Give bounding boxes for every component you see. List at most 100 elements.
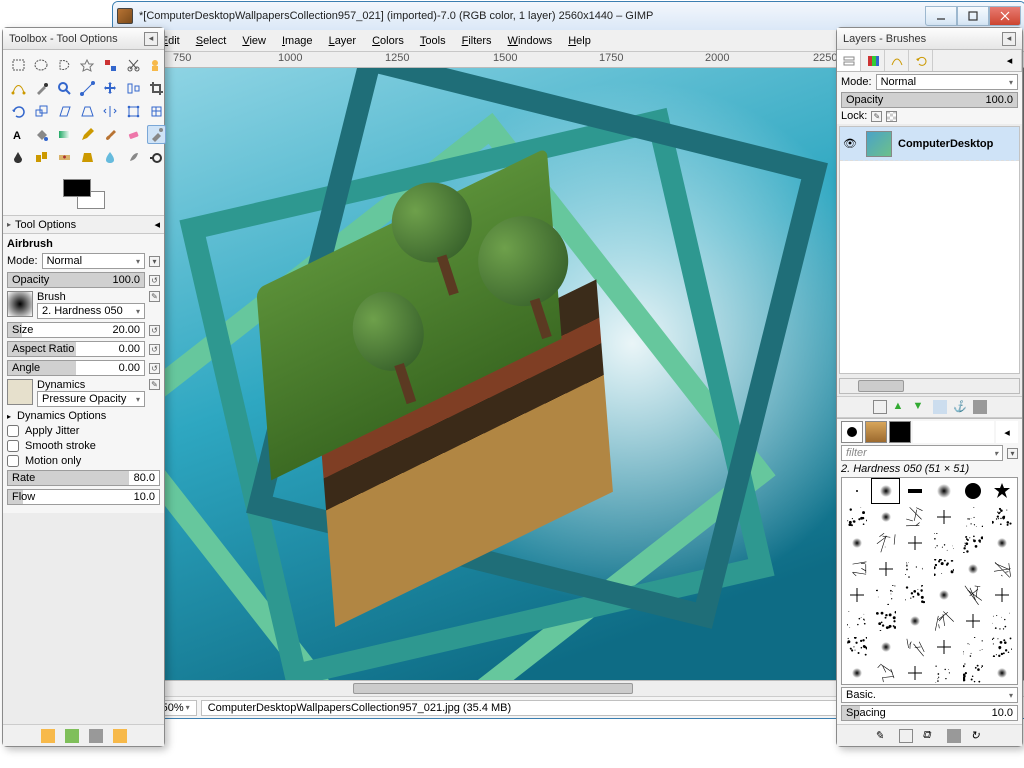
brush-item[interactable] xyxy=(929,556,958,582)
dynamics-dropdown[interactable]: Pressure Opacity xyxy=(37,391,145,407)
mode-menu-icon[interactable]: ▾ xyxy=(149,256,160,267)
brush-item[interactable] xyxy=(959,556,988,582)
maximize-button[interactable] xyxy=(957,6,989,26)
menu-image[interactable]: Image xyxy=(276,33,319,49)
layer-opacity-slider[interactable]: Opacity100.0 xyxy=(841,92,1018,108)
size-slider[interactable]: Size20.00 xyxy=(7,322,145,338)
tool-ellipse-select[interactable] xyxy=(32,56,51,75)
brush-tab-brush[interactable] xyxy=(841,421,863,443)
brush-item[interactable] xyxy=(929,608,958,634)
brush-item[interactable] xyxy=(959,504,988,530)
smooth-stroke-checkbox[interactable]: Smooth stroke xyxy=(7,440,160,452)
footer-delete-icon[interactable] xyxy=(89,729,103,743)
reset-icon[interactable]: ↺ xyxy=(149,363,160,374)
scrollbar-thumb[interactable] xyxy=(353,683,633,694)
tool-bucket-fill[interactable] xyxy=(32,125,51,144)
reset-icon[interactable]: ↺ xyxy=(149,325,160,336)
brush-item[interactable] xyxy=(871,608,900,634)
dynamics-icon[interactable] xyxy=(7,379,33,405)
tool-flip[interactable] xyxy=(101,102,120,121)
brush-item[interactable] xyxy=(842,478,871,504)
flow-slider[interactable]: Flow10.0 xyxy=(7,489,160,505)
tool-ink[interactable] xyxy=(9,148,28,167)
toolbox-titlebar[interactable]: Toolbox - Tool Options ◂ xyxy=(3,28,164,50)
brush-item[interactable] xyxy=(871,504,900,530)
brush-item[interactable] xyxy=(871,556,900,582)
tool-eraser[interactable] xyxy=(124,125,143,144)
tool-crop[interactable] xyxy=(147,79,166,98)
brush-item[interactable] xyxy=(988,478,1017,504)
tool-shear[interactable] xyxy=(55,102,74,121)
menu-select[interactable]: Select xyxy=(190,33,233,49)
brush-item[interactable] xyxy=(929,660,958,685)
brush-tab-gradient[interactable] xyxy=(889,421,911,443)
menu-filters[interactable]: Filters xyxy=(456,33,498,49)
brush-item[interactable] xyxy=(900,530,929,556)
brush-item[interactable] xyxy=(959,582,988,608)
tab-layers[interactable] xyxy=(837,50,861,71)
brush-preset-dropdown[interactable]: Basic. xyxy=(841,687,1018,703)
new-layer-icon[interactable] xyxy=(873,400,887,414)
apply-jitter-checkbox[interactable]: Apply Jitter xyxy=(7,425,160,437)
layer-row[interactable]: 👁 ComputerDesktop xyxy=(840,127,1019,161)
brush-item[interactable] xyxy=(871,634,900,660)
tool-heal[interactable] xyxy=(55,148,74,167)
layer-name[interactable]: ComputerDesktop xyxy=(898,138,993,150)
brush-item[interactable] xyxy=(929,634,958,660)
tool-dodge-burn[interactable] xyxy=(147,148,166,167)
brush-item[interactable] xyxy=(871,478,900,504)
motion-only-checkbox[interactable]: Motion only xyxy=(7,455,160,467)
edit-brush-icon[interactable]: ✎ xyxy=(875,729,889,743)
brush-item[interactable] xyxy=(900,556,929,582)
menu-windows[interactable]: Windows xyxy=(502,33,559,49)
minimize-button[interactable] xyxy=(925,6,957,26)
refresh-brushes-icon[interactable]: ↻ xyxy=(971,729,985,743)
brush-filter-input[interactable]: filter xyxy=(841,445,1003,461)
tool-rotate[interactable] xyxy=(9,102,28,121)
tab-undo[interactable] xyxy=(909,50,933,71)
brush-item[interactable] xyxy=(842,504,871,530)
tool-move[interactable] xyxy=(101,79,120,98)
tool-paintbrush[interactable] xyxy=(101,125,120,144)
brush-item[interactable] xyxy=(959,608,988,634)
brush-item[interactable] xyxy=(988,608,1017,634)
tool-blur[interactable] xyxy=(101,148,120,167)
tool-perspective[interactable] xyxy=(78,102,97,121)
brush-tab-pattern[interactable] xyxy=(865,421,887,443)
brush-item[interactable] xyxy=(871,530,900,556)
tool-by-color-select[interactable] xyxy=(101,56,120,75)
footer-reset-icon[interactable] xyxy=(113,729,127,743)
tool-foreground-select[interactable] xyxy=(147,56,166,75)
layer-list-scrollbar[interactable] xyxy=(839,378,1020,394)
brush-item[interactable] xyxy=(871,660,900,685)
brush-item[interactable] xyxy=(929,478,958,504)
tool-options-header[interactable]: Tool Options ◂ xyxy=(3,215,164,234)
brush-item[interactable] xyxy=(988,634,1017,660)
brush-item[interactable] xyxy=(988,556,1017,582)
brush-item[interactable] xyxy=(959,530,988,556)
brush-edit-icon[interactable]: ✎ xyxy=(149,291,160,302)
tab-paths[interactable] xyxy=(885,50,909,71)
brush-item[interactable] xyxy=(988,582,1017,608)
brush-item[interactable] xyxy=(959,660,988,685)
tool-pencil[interactable] xyxy=(78,125,97,144)
opacity-slider[interactable]: Opacity 100.0 xyxy=(7,272,145,288)
tool-smudge[interactable] xyxy=(124,148,143,167)
brush-dropdown[interactable]: 2. Hardness 050 xyxy=(37,303,145,319)
tool-rect-select[interactable] xyxy=(9,56,28,75)
new-brush-icon[interactable] xyxy=(899,729,913,743)
brush-item[interactable] xyxy=(900,634,929,660)
tool-fuzzy-select[interactable] xyxy=(78,56,97,75)
tool-paths[interactable] xyxy=(9,79,28,98)
anchor-layer-icon[interactable]: ⚓ xyxy=(953,400,967,414)
brush-item[interactable] xyxy=(929,504,958,530)
tool-scissors[interactable] xyxy=(124,56,143,75)
brush-item[interactable] xyxy=(988,660,1017,685)
duplicate-layer-icon[interactable] xyxy=(933,400,947,414)
brush-item[interactable] xyxy=(900,660,929,685)
angle-slider[interactable]: Angle0.00 xyxy=(7,360,145,376)
menu-layer[interactable]: Layer xyxy=(323,33,363,49)
tool-airbrush[interactable] xyxy=(147,125,166,144)
duplicate-brush-icon[interactable]: ⧉ xyxy=(923,729,937,743)
brush-item[interactable] xyxy=(842,660,871,685)
